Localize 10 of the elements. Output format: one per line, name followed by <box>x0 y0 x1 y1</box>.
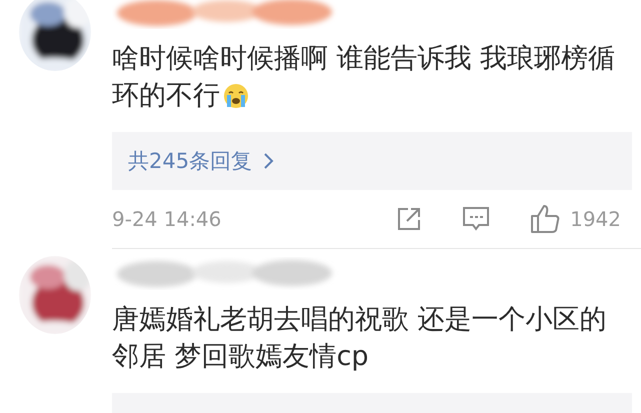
comment-icon[interactable] <box>462 206 490 232</box>
comment-time: 9-24 14:46 <box>112 207 222 231</box>
like-count: 1942 <box>570 207 621 231</box>
thumbs-up-icon[interactable] <box>530 204 560 234</box>
comment-text: 啥时候啥时候播啊 谁能告诉我 我琅琊榜循环的不行 <box>112 43 616 111</box>
comment-text: 唐嫣婚礼老胡去唱的祝歌 还是一个小区的邻居 梦回歌嫣友情cp <box>112 304 607 372</box>
replies-link[interactable]: 共245条回复 <box>128 147 252 175</box>
chevron-right-icon <box>262 152 274 170</box>
share-icon[interactable] <box>396 206 422 232</box>
replies-panel[interactable]: 共245条回复 <box>112 132 632 190</box>
